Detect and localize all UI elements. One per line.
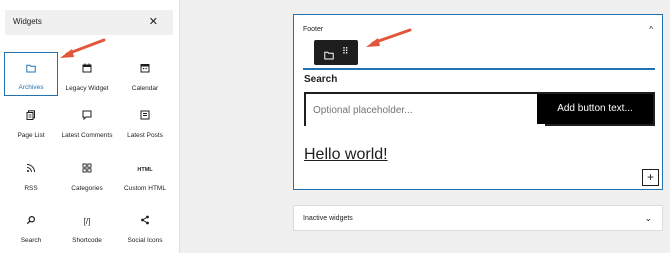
folder-icon [5,63,57,77]
widget-calendar-button[interactable]: Calendar [118,52,172,96]
widget-label: Categories [71,185,103,192]
widget-archives-button[interactable]: Archives [4,52,58,96]
widget-label: Social Icons [127,237,163,244]
widget-search-button[interactable]: Search [4,204,58,248]
widget-label: Search [20,237,42,244]
footer-title: Footer [303,26,324,33]
inactive-widgets-panel[interactable]: Inactive widgets ⌄ [293,205,663,231]
widget-rss-button[interactable]: RSS [4,152,58,196]
widget-label: Archives [18,84,44,91]
widget-latest-comments-button[interactable]: Latest Comments [60,99,114,143]
search-block: Add button text... [304,92,655,126]
drag-handle-icon[interactable]: ⠿ [342,46,349,57]
widget-label: Page List [17,132,45,139]
list-icon [118,110,172,124]
pointer-arrow-icon [60,38,106,58]
categories-icon [60,163,114,177]
widget-label: Calendar [131,85,159,92]
widget-label: Legacy Widget [65,85,109,92]
comment-icon [60,110,114,124]
widgets-panel-title: Widgets [13,17,42,26]
folder-icon[interactable] [324,47,334,65]
widget-label: Custom HTML [124,185,166,192]
calendar-icon [118,63,172,77]
share-icon [118,215,172,229]
search-block-label: Search [304,74,338,85]
inactive-widgets-title: Inactive widgets [303,215,353,222]
search-input[interactable] [306,94,545,126]
widget-label: Latest Comments [61,132,113,139]
search-button[interactable]: Add button text... [537,94,653,124]
add-block-button[interactable]: + [642,169,659,186]
rss-icon [4,163,58,177]
search-icon [4,215,58,229]
html-icon: HTML [137,167,153,173]
chevron-down-icon[interactable]: ⌄ [644,213,652,224]
pointer-arrow-icon [366,28,412,47]
pages-icon [4,110,58,124]
chevron-up-icon[interactable]: ^ [649,25,653,34]
shortcode-icon: [/] [83,217,91,226]
widget-page-list-button[interactable]: Page List [4,99,58,143]
widgets-panel-header: Widgets ✕ [5,10,173,35]
widget-shortcode-button[interactable]: [/] Shortcode [60,204,114,248]
widget-social-icons-button[interactable]: Social Icons [118,204,172,248]
block-toolbar: ⠿ [314,40,358,65]
widget-label: RSS [24,185,38,192]
block-separator [303,68,655,70]
widget-label: Shortcode [72,237,102,244]
close-icon[interactable]: ✕ [149,15,158,28]
paragraph-block[interactable]: Hello world! [304,146,388,164]
widget-latest-posts-button[interactable]: Latest Posts [118,99,172,143]
footer-widget-area: Footer ^ ⠿ Search Add button text... Hel… [293,14,663,190]
widget-custom-html-button[interactable]: HTML Custom HTML [118,152,172,196]
widget-label: Latest Posts [127,132,163,139]
widget-categories-button[interactable]: Categories [60,152,114,196]
calendar-widget-icon [60,63,114,77]
panel-divider [179,0,180,253]
